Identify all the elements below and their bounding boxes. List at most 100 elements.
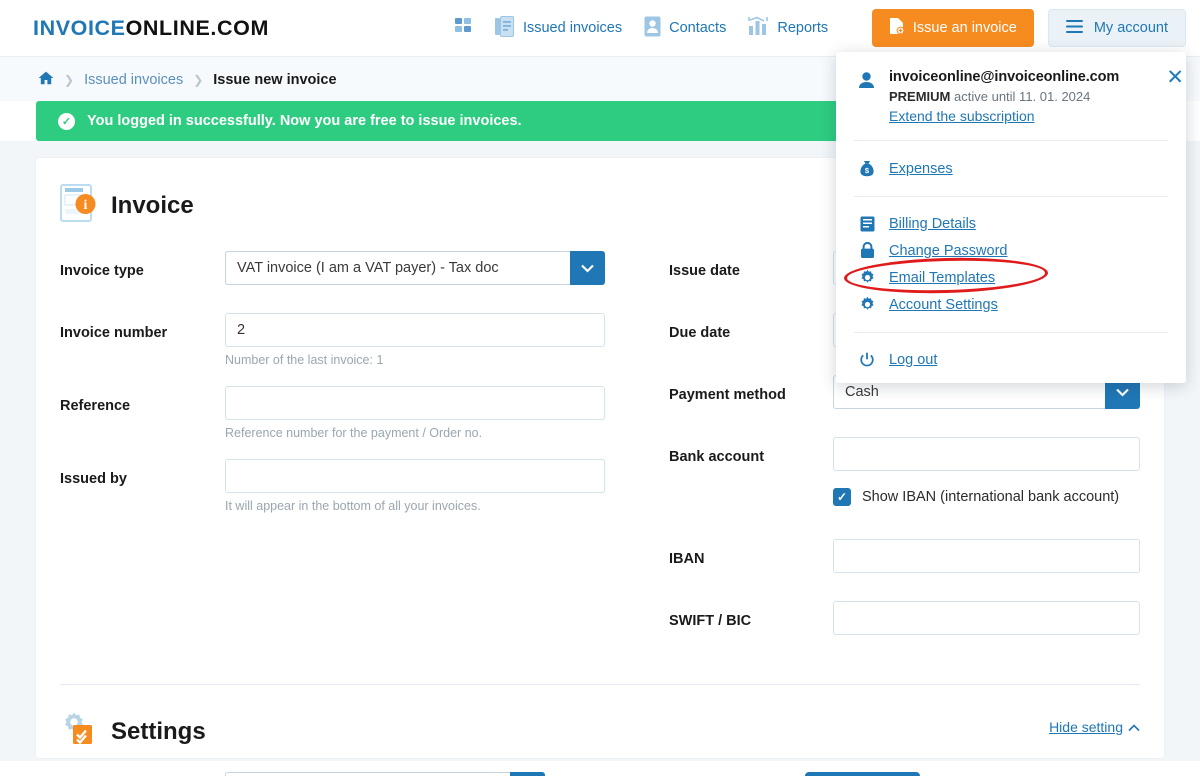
field-invoice-number: Invoice number Number of the last invoic… [60,313,605,379]
check-circle-icon: ✓ [58,112,75,130]
account-info: invoiceonline@invoiceonline.com PREMIUM … [889,69,1119,126]
settings-section-title: Settings [111,717,206,745]
menu-item-billing-details[interactable]: Billing Details [836,211,1186,237]
issued-by-input[interactable] [225,459,605,493]
main-nav: Issued invoices Contacts Reports [454,15,828,41]
menu-divider-2 [854,196,1168,197]
swift-label: SWIFT / BIC [669,613,752,629]
hide-setting-label: Hide setting [1049,719,1123,735]
menu-divider-3 [854,332,1168,333]
show-iban-row: ✓ Show IBAN (international bank account) [833,488,1140,506]
issued-by-label: Issued by [60,471,127,487]
contact-card-icon [644,16,661,41]
invoice-type-control: VAT invoice (I am a VAT payer) - Tax doc [225,251,605,285]
hamburger-icon [1065,19,1083,37]
account-plan-status: PREMIUM active until 11. 01. 2024 [889,89,1119,104]
issued-by-hint: It will appear in the bottom of all your… [225,499,481,513]
nav-issued-invoices-label: Issued invoices [522,20,623,36]
nav-issued-invoices[interactable]: Issued invoices [494,15,623,41]
nav-contacts[interactable]: Contacts [644,16,726,41]
power-icon [858,352,876,368]
reference-input[interactable] [225,386,605,420]
account-header: invoiceonline@invoiceonline.com PREMIUM … [836,67,1186,126]
field-iban: IBAN [669,539,1140,573]
lock-icon [858,242,876,259]
chevron-down-icon[interactable] [570,251,605,285]
invoice-number-input[interactable] [225,313,605,347]
my-account-label: My account [1093,20,1168,36]
field-invoice-type: Invoice type VAT invoice (I am a VAT pay… [60,251,605,285]
billing-document-icon [858,216,876,232]
menu-item-change-password-label: Change Password [889,242,1008,259]
iban-control [833,539,1140,573]
user-icon [858,69,875,126]
reference-control: Reference number for the payment / Order… [225,386,605,452]
menu-item-account-settings[interactable]: Account Settings [836,291,1186,318]
field-bank-account: Bank account ✓ Show IBAN (international … [669,437,1140,532]
new-invoice-icon [889,17,905,39]
menu-item-email-templates[interactable]: Email Templates [836,255,1186,296]
menu-item-account-settings-label: Account Settings [889,296,998,313]
show-iban-checkbox[interactable]: ✓ [833,488,851,506]
bank-account-control: ✓ Show IBAN (international bank account) [833,437,1140,532]
menu-item-expenses-label: Expenses [889,160,953,177]
close-icon[interactable]: ✕ [1166,67,1184,88]
site-logo[interactable]: INVOICEONLINE.COM [33,16,269,41]
breadcrumb-item-current: Issue new invoice [213,72,337,88]
nav-contacts-label: Contacts [669,20,727,36]
swift-control [833,601,1140,635]
money-bag-icon: $ [858,160,876,177]
show-iban-label: Show IBAN (international bank account) [862,489,1120,505]
reference-hint: Reference number for the payment / Order… [225,426,483,440]
form-left-column: Invoice type VAT invoice (I am a VAT pay… [60,251,605,642]
menu-item-change-password[interactable]: Change Password [836,237,1186,264]
account-email: invoiceonline@invoiceonline.com [889,69,1120,85]
section-divider [60,684,1140,685]
issue-invoice-button[interactable]: Issue an invoice [871,9,1034,47]
account-dropdown-menu: invoiceonline@invoiceonline.com PREMIUM … [836,52,1186,383]
bar-chart-icon [748,16,769,41]
bank-account-label: Bank account [669,449,765,465]
bank-account-input[interactable] [833,437,1140,471]
home-icon[interactable] [38,71,54,89]
gear-icon [858,296,876,313]
settings-action-button[interactable] [805,772,920,776]
nav-reports[interactable]: Reports [748,16,828,41]
breadcrumb-separator-2: ❯ [193,73,204,87]
invoice-type-select[interactable]: VAT invoice (I am a VAT payer) - Tax doc [225,251,605,285]
menu-item-expenses[interactable]: $ Expenses [836,155,1186,182]
menu-item-log-out[interactable]: Log out [836,347,1186,373]
hide-setting-link[interactable]: Hide setting [1049,719,1140,735]
payment-method-label: Payment method [669,387,786,403]
chevron-down-icon[interactable] [510,772,545,776]
document-icon [494,15,515,41]
settings-section-header: Settings Hide setting [60,711,1140,752]
grid-icon [454,17,473,39]
nav-reports-label: Reports [777,20,829,36]
menu-divider [854,140,1168,141]
field-issued-by: Issued by It will appear in the bottom o… [60,459,605,525]
iban-label: IBAN [669,551,705,567]
svg-text:i: i [84,198,88,213]
settings-select[interactable] [225,772,545,776]
swift-input[interactable] [833,601,1140,635]
breadcrumb-item-issued-invoices[interactable]: Issued invoices [84,72,183,88]
my-account-button[interactable]: My account [1047,9,1186,47]
settings-gear-icon [60,711,96,752]
settings-bottom-row [60,772,1140,776]
logo-text-secondary: ONLINE.COM [125,15,269,40]
account-plan-name: PREMIUM [889,89,951,104]
invoice-number-control: Number of the last invoice: 1 [225,313,605,379]
extend-subscription-link[interactable]: Extend the subscription [889,108,1035,124]
menu-item-email-templates-label: Email Templates [889,269,996,286]
issue-invoice-label: Issue an invoice [912,20,1017,36]
settings-select-partial[interactable] [225,772,545,776]
field-reference: Reference Reference number for the payme… [60,386,605,452]
menu-item-billing-details-label: Billing Details [889,216,977,232]
breadcrumb-separator: ❯ [64,73,75,87]
nav-dashboard[interactable] [454,17,473,39]
logo-text-primary: INVOICE [33,15,126,40]
iban-input[interactable] [833,539,1140,573]
